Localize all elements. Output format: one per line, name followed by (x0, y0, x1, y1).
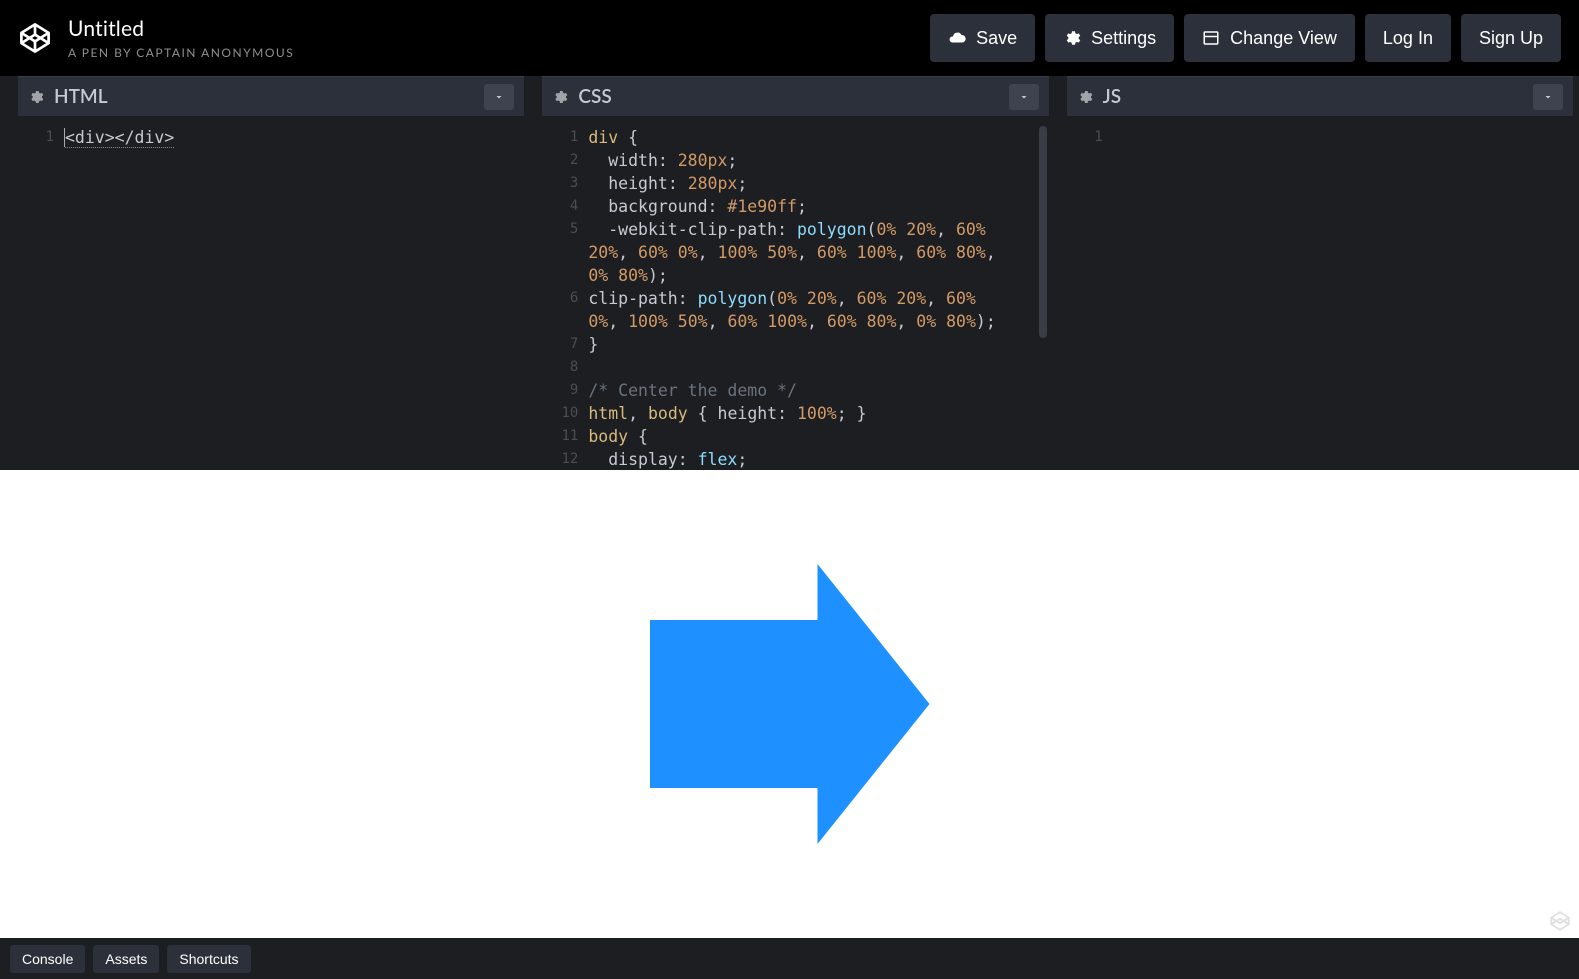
preview-pane (0, 470, 1579, 938)
js-panel-title: JS (1103, 85, 1121, 108)
save-label: Save (976, 28, 1017, 49)
js-editor[interactable]: 1 (1067, 116, 1573, 470)
gear-icon[interactable] (28, 89, 44, 105)
pen-byline: A PEN BY CAPTAIN ANONYMOUS (68, 45, 294, 60)
settings-button[interactable]: Settings (1045, 14, 1174, 62)
header-actions: Save Settings Change View Log In Sign Up (930, 14, 1561, 62)
logo-block: Untitled A PEN BY CAPTAIN ANONYMOUS (18, 16, 294, 60)
app-header: Untitled A PEN BY CAPTAIN ANONYMOUS Save… (0, 0, 1579, 76)
css-panel-header: CSS (542, 76, 1048, 116)
css-scrollbar[interactable] (1039, 126, 1047, 338)
codepen-watermark-icon (1549, 910, 1571, 932)
html-line-1: <div></div> (65, 128, 174, 148)
change-view-button[interactable]: Change View (1184, 14, 1355, 62)
html-panel: HTML 1 <div></div> (18, 76, 524, 470)
save-button[interactable]: Save (930, 14, 1035, 62)
editor-row: HTML 1 <div></div> CSS 1234 5 6 7 (0, 76, 1579, 470)
css-editor[interactable]: 1234 5 6 789 101112 div { width: 280px; … (542, 116, 1048, 470)
gear-icon[interactable] (552, 89, 568, 105)
codepen-logo-icon (18, 21, 52, 55)
login-button[interactable]: Log In (1365, 14, 1451, 62)
html-editor[interactable]: 1 <div></div> (18, 116, 524, 470)
css-panel-menu[interactable] (1009, 84, 1039, 110)
signup-label: Sign Up (1479, 28, 1543, 49)
chevron-down-icon (493, 91, 505, 103)
html-panel-menu[interactable] (484, 84, 514, 110)
change-view-label: Change View (1230, 28, 1337, 49)
gear-icon[interactable] (1077, 89, 1093, 105)
signup-button[interactable]: Sign Up (1461, 14, 1561, 62)
js-panel: JS 1 (1067, 76, 1573, 470)
settings-label: Settings (1091, 28, 1156, 49)
console-button[interactable]: Console (10, 945, 85, 973)
css-panel: CSS 1234 5 6 789 101112 div { width: 280… (542, 76, 1048, 470)
footer-bar: Console Assets Shortcuts (0, 938, 1579, 979)
html-panel-header: HTML (18, 76, 524, 116)
gear-icon (1063, 29, 1081, 47)
preview-arrow-shape (650, 564, 930, 844)
chevron-down-icon (1542, 91, 1554, 103)
login-label: Log In (1383, 28, 1433, 49)
html-panel-title: HTML (54, 85, 108, 108)
assets-button[interactable]: Assets (93, 945, 159, 973)
js-panel-header: JS (1067, 76, 1573, 116)
layout-icon (1202, 29, 1220, 47)
css-panel-title: CSS (578, 85, 611, 108)
cloud-icon (948, 29, 966, 47)
js-panel-menu[interactable] (1533, 84, 1563, 110)
chevron-down-icon (1018, 91, 1030, 103)
shortcuts-button[interactable]: Shortcuts (167, 945, 250, 973)
pen-title[interactable]: Untitled (68, 16, 294, 41)
